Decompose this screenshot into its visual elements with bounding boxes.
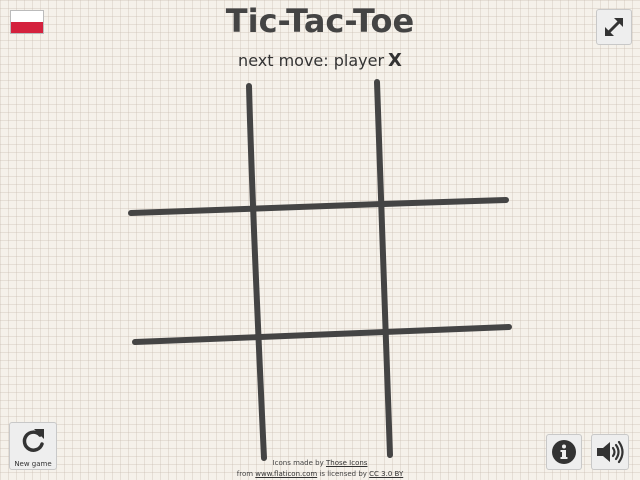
- board-cell-8[interactable]: [390, 336, 510, 452]
- credits-license-link[interactable]: CC 3.0 BY: [369, 470, 403, 478]
- board-cell-7[interactable]: [262, 342, 386, 454]
- credits-line-2: from www.flaticon.com is licensed by CC …: [0, 469, 640, 480]
- expand-arrows-icon: [605, 18, 623, 36]
- board-cell-6[interactable]: [136, 346, 258, 456]
- icon-credits: Icons made by Those Icons from www.flati…: [0, 458, 640, 480]
- next-move-indicator: next move: player X: [0, 50, 640, 71]
- credits-line-1: Icons made by Those Icons: [0, 458, 640, 469]
- game-title: Tic-Tac-Toe: [225, 2, 415, 40]
- credits-from: from: [236, 470, 254, 478]
- board-cell-1[interactable]: [256, 88, 378, 208]
- board-cell-5[interactable]: [386, 208, 508, 330]
- board-cell-2[interactable]: [384, 88, 506, 204]
- credits-prefix: Icons made by: [272, 459, 324, 467]
- fullscreen-button[interactable]: [596, 9, 632, 45]
- restart-icon: [22, 429, 44, 452]
- credits-site-link[interactable]: www.flaticon.com: [255, 470, 317, 478]
- board-cell-3[interactable]: [134, 216, 254, 338]
- board-cell-4[interactable]: [258, 212, 382, 334]
- credits-author-link[interactable]: Those Icons: [326, 459, 367, 467]
- credits-licensed-by: is licensed by: [319, 470, 367, 478]
- board-cell-0[interactable]: [132, 88, 250, 208]
- next-player-mark: X: [388, 50, 402, 71]
- next-move-label: next move: player: [238, 51, 385, 70]
